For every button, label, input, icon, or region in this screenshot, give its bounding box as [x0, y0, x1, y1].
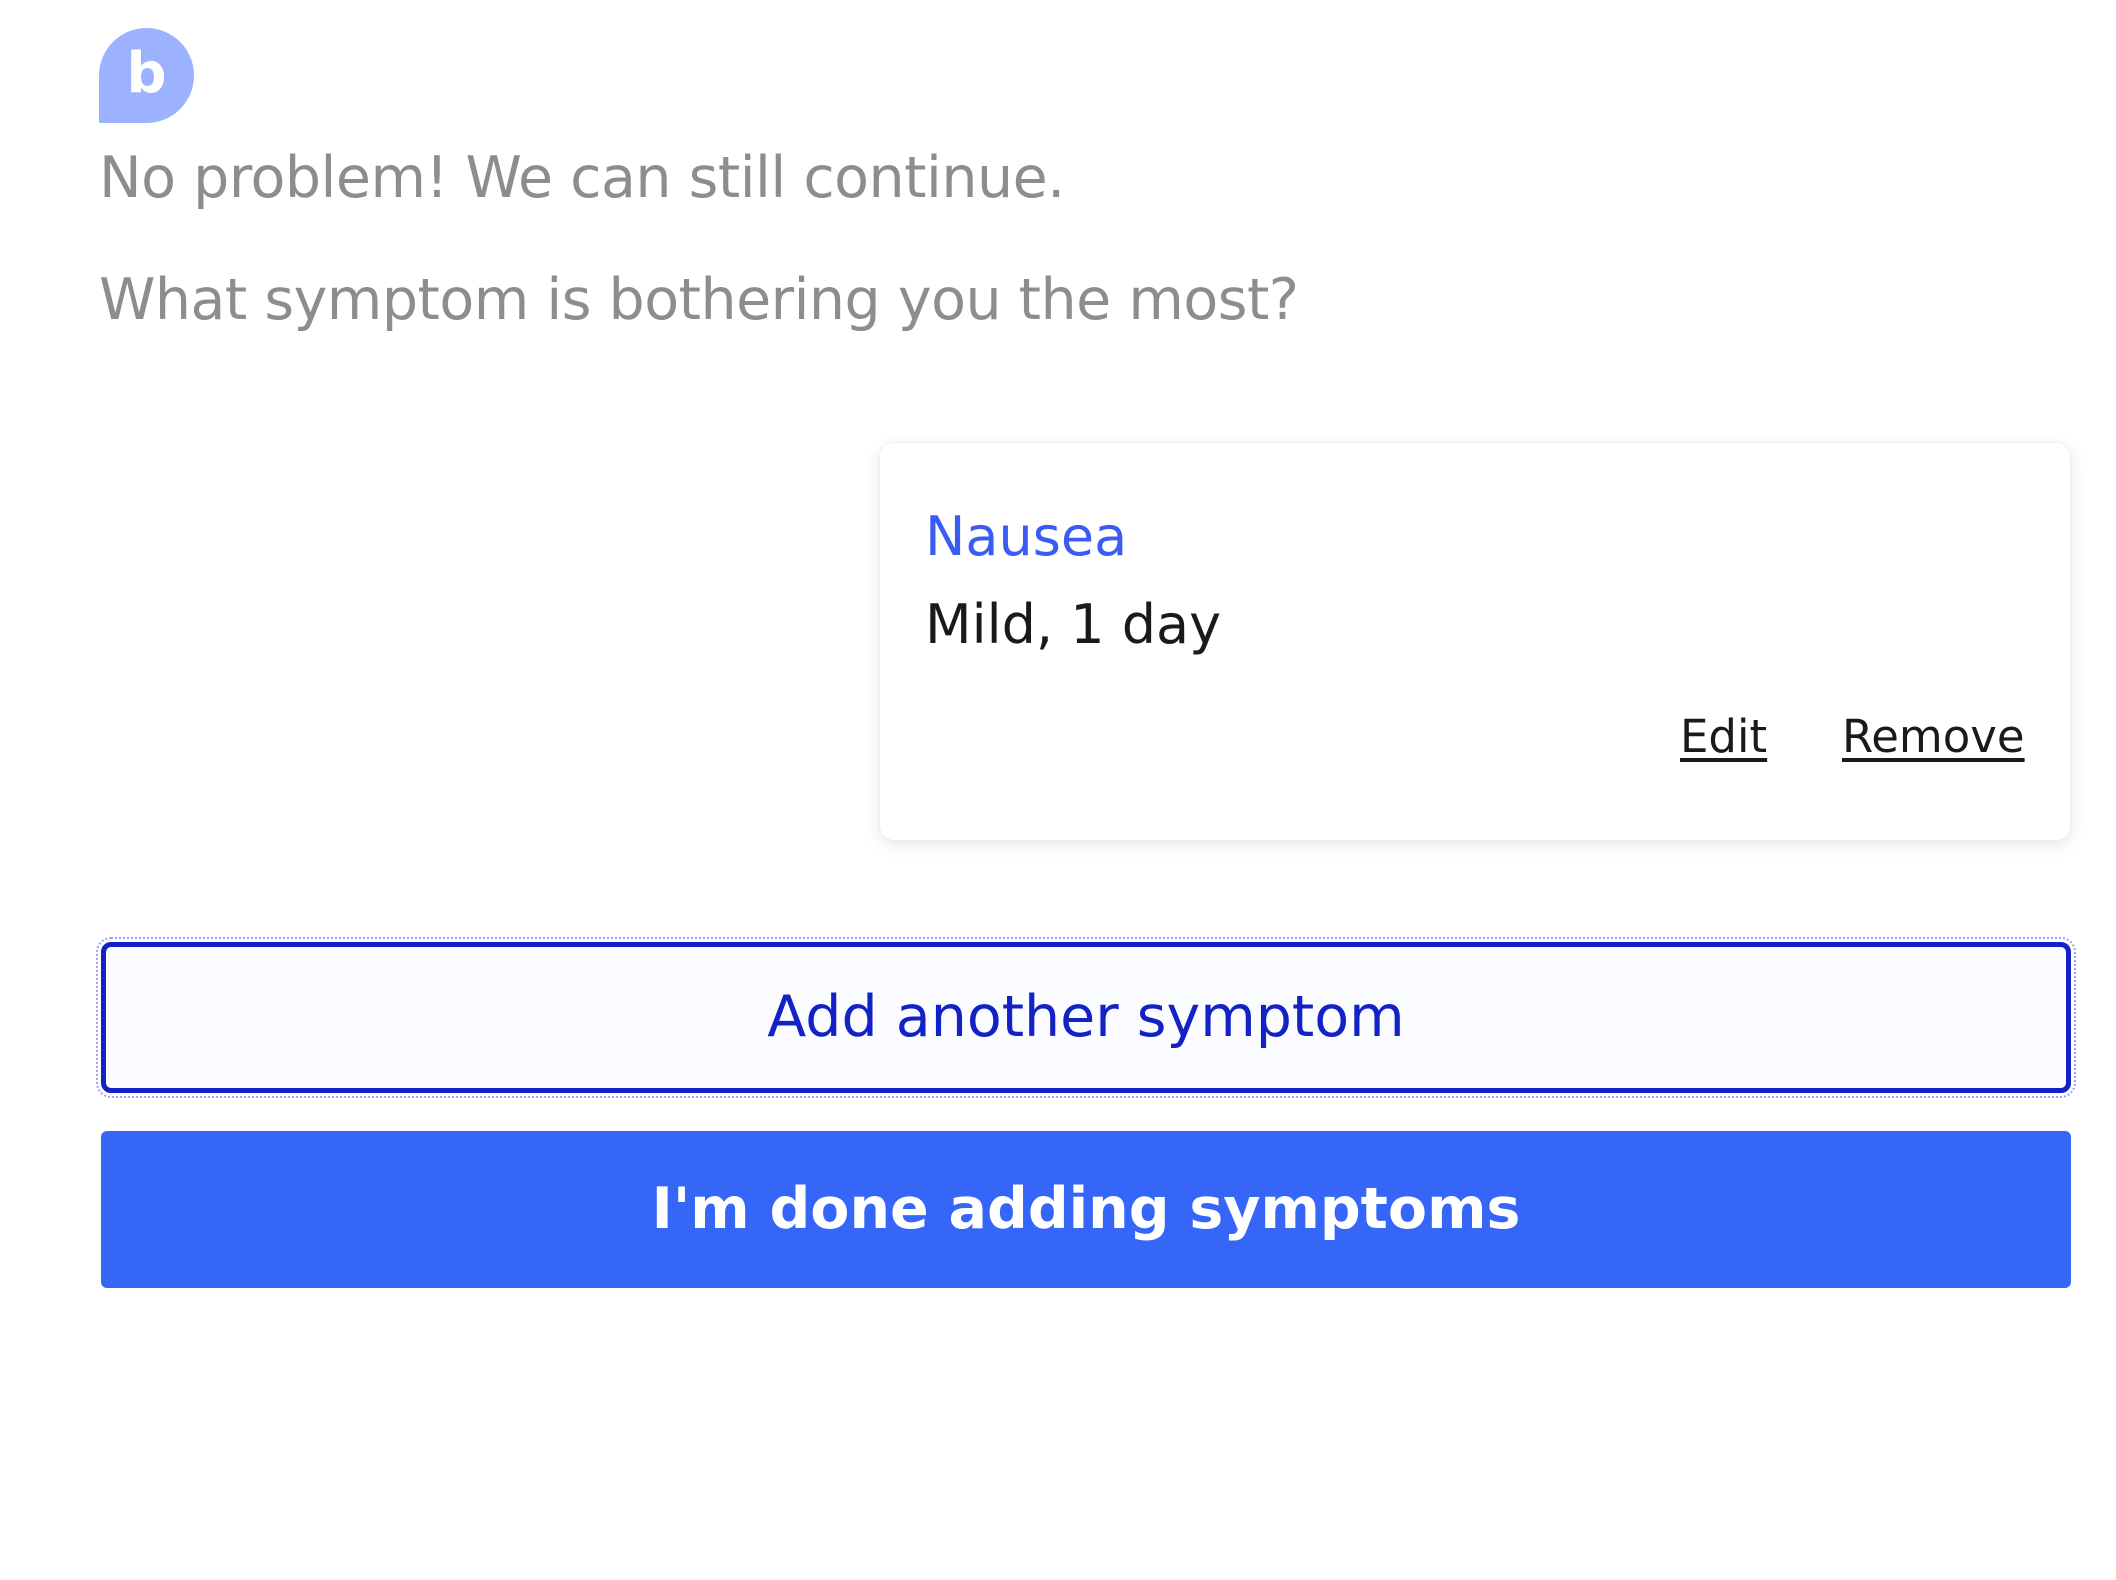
done-adding-symptoms-label: I'm done adding symptoms	[651, 1176, 1521, 1242]
bot-avatar-icon: b	[99, 28, 194, 123]
bot-avatar-letter: b	[126, 40, 167, 106]
edit-symptom-link[interactable]: Edit	[1680, 714, 1767, 759]
add-another-symptom-label: Add another symptom	[767, 984, 1405, 1050]
bot-message-reassure: No problem! We can still continue.	[99, 145, 1065, 211]
symptom-card: Nausea Mild, 1 day Edit Remove	[880, 443, 2070, 840]
symptom-name: Nausea	[925, 505, 1128, 568]
symptom-chat-page: b No problem! We can still continue. Wha…	[0, 0, 2116, 1580]
remove-symptom-link[interactable]: Remove	[1842, 714, 2025, 759]
symptom-severity-duration: Mild, 1 day	[925, 593, 1222, 656]
bot-message-question: What symptom is bothering you the most?	[99, 267, 1299, 333]
done-adding-symptoms-button[interactable]: I'm done adding symptoms	[101, 1131, 2071, 1288]
add-another-symptom-button[interactable]: Add another symptom	[96, 937, 2076, 1098]
